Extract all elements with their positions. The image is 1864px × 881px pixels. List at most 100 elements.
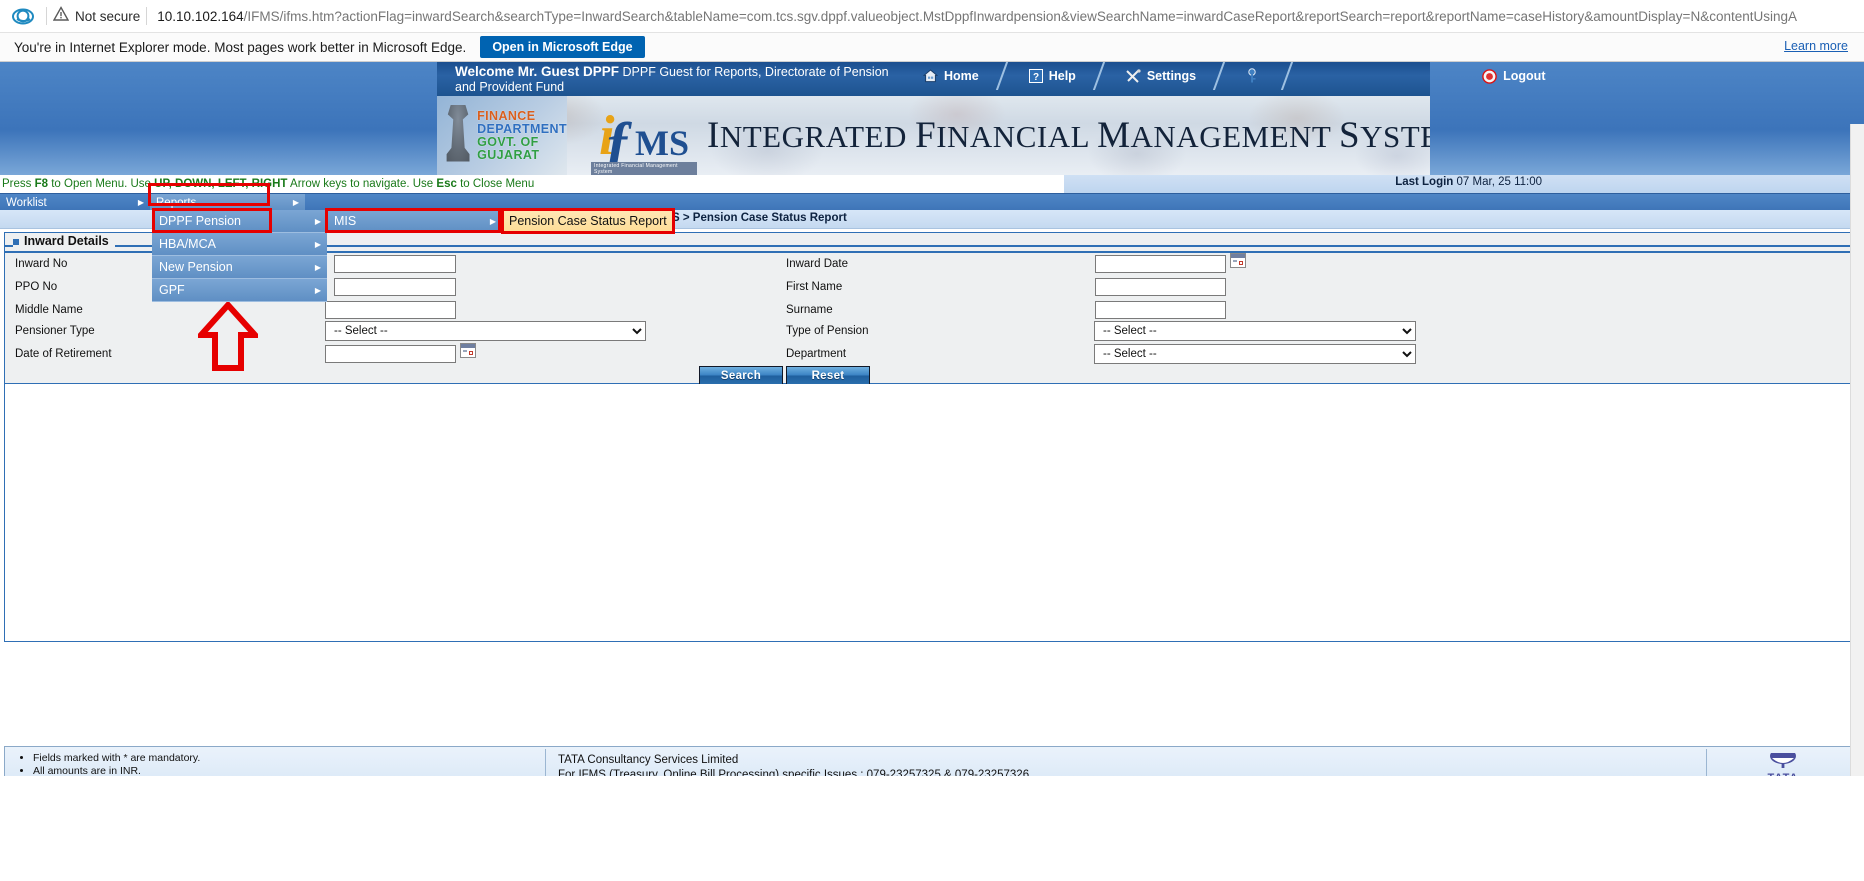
emblem-text: FINANCE DEPARTMENT GOVT. OF GUJARAT [477,109,567,162]
menu-item-dppf-pension-label: DPPF Pension [159,214,241,228]
menu-reports[interactable]: Reports ▶ [150,194,305,211]
page-scrollbar[interactable] [1850,124,1864,776]
internet-explorer-icon [12,5,34,27]
input-inward-date[interactable] [1095,255,1226,273]
chevron-right-icon-mis: ▶ [489,216,496,226]
search-button[interactable]: Search [699,366,783,385]
hint-key-esc: Esc [436,178,457,190]
chevron-right-icon-dppf: ▶ [314,216,321,226]
nav-settings[interactable]: Settings [1118,62,1212,90]
help-icon: ? [1028,69,1043,83]
menu-item-new-pension[interactable]: New Pension ▶ [152,256,327,279]
menu-item-dppf-pension[interactable]: DPPF Pension ▶ [152,210,327,233]
input-inward-no[interactable] [334,255,456,273]
ifms-logo-subtitle: Integrated Financial Management System [591,162,697,175]
label-department: Department [786,348,847,360]
address-bar[interactable]: 10.10.102.164/IFMS/ifms.htm?actionFlag=i… [157,9,1858,24]
ashoka-emblem-icon [446,104,470,162]
mis-submenu: Pension Case Status Report [502,210,674,233]
menu-item-mis[interactable]: MIS ▶ [327,210,502,233]
nav-separator-1 [995,62,1021,90]
key-icon [1246,68,1258,84]
learn-more-link[interactable]: Learn more [1784,39,1848,53]
dppf-pension-submenu: MIS ▶ [327,210,502,233]
keyboard-hint-text: Press F8 to Open Menu. Use UP, DOWN, LEF… [0,178,534,190]
menu-item-pension-case-status-report-label: Pension Case Status Report [509,214,667,228]
input-surname[interactable] [1095,301,1226,319]
hint-prefix: Press [2,178,35,190]
footer-support: For IFMS (Treasury, Online Bill Processi… [558,769,1030,776]
footer-note-2: All amounts are in INR. [33,765,545,776]
ifms-title: INTEGRATED FINANCIAL MANAGEMENT SYSTEM [707,115,1430,156]
hint-suffix: to Close Menu [456,178,535,190]
panel-title: Inward Details [13,234,115,248]
emblem-line-4: GUJARAT [477,147,540,162]
top-navigation: Home ? Help Settings Logout [915,62,1561,90]
ifms-logo-icon: i f MS Integrated Financial Management S… [577,100,697,175]
last-login: Last Login 07 Mar, 25 11:00 [1395,176,1542,188]
settings-icon [1126,69,1141,83]
nav-key[interactable] [1238,62,1280,90]
nav-logout[interactable]: Logout [1480,62,1561,90]
nav-help[interactable]: ? Help [1021,62,1092,90]
menu-item-mis-label: MIS [334,214,357,228]
label-pensioner-type: Pensioner Type [15,325,95,337]
label-type-of-pension: Type of Pension [786,325,869,337]
chevron-right-icon-2: ▶ [292,198,299,207]
select-type-of-pension[interactable]: -- Select -- [1094,321,1416,341]
nav-home[interactable]: Home [915,62,995,90]
keyboard-hint-strip: Press F8 to Open Menu. Use UP, DOWN, LEF… [0,175,1864,193]
application-viewport: Welcome Mr. Guest DPPF DPPF Guest for Re… [0,62,1864,776]
input-first-name[interactable] [1095,278,1226,296]
reset-button[interactable]: Reset [786,366,870,385]
input-ppo-no[interactable] [334,278,456,296]
input-middle-name[interactable] [325,301,456,319]
nav-settings-label: Settings [1146,69,1197,83]
footer-note-1: Fields marked with * are mandatory. [33,752,545,765]
not-secure-label[interactable]: Not secure [75,9,140,24]
menu-worklist-label: Worklist [6,196,47,209]
welcome-user: Welcome Mr. Guest DPPF [455,64,620,79]
footer-note-list: Fields marked with * are mandatory. All … [19,752,545,776]
menu-item-gpf[interactable]: GPF ▶ [152,279,327,302]
url-host: 10.10.102.164 [157,8,244,24]
select-pensioner-type[interactable]: -- Select -- [325,321,646,341]
brand-strip: FINANCE DEPARTMENT GOVT. OF GUJARAT i f … [437,96,1430,175]
hint-key-f8: F8 [34,178,49,190]
label-inward-date: Inward Date [786,258,849,270]
label-inward-no: Inward No [15,258,68,270]
menu-item-new-pension-label: New Pension [159,260,233,274]
welcome-message: Welcome Mr. Guest DPPF DPPF Guest for Re… [455,64,895,94]
calendar-icon-top-2 [1231,254,1245,258]
tata-logo-icon [1768,748,1798,771]
panel-bullet-icon [13,238,19,245]
menu-item-pension-case-status-report[interactable]: Pension Case Status Report [502,210,674,233]
menu-item-gpf-label: GPF [159,283,185,297]
select-department[interactable]: -- Select -- [1094,344,1416,364]
last-login-label: Last Login [1395,176,1454,188]
menu-worklist[interactable]: Worklist ▶ [0,194,150,211]
menu-item-hba-mca-label: HBA/MCA [159,237,216,251]
menu-reports-label: Reports [156,196,197,209]
last-login-value: 07 Mar, 25 11:00 [1456,176,1542,188]
main-menu-bar: Worklist ▶ Reports ▶ [0,193,1864,211]
open-in-edge-button[interactable]: Open in Microsoft Edge [480,36,645,58]
ifms-logo-ms: MS [635,123,689,163]
tata-logo: TATA [1707,747,1859,776]
calendar-icon-retirement[interactable] [460,343,476,358]
svg-text:?: ? [1033,72,1039,83]
input-date-of-retirement[interactable] [325,345,456,363]
emblem-line-3: GOVT. OF [477,134,539,149]
calendar-icon-day [469,351,473,355]
banner-left-fill [0,62,440,175]
calendar-icon-inward-date[interactable] [1230,253,1246,268]
nav-help-label: Help [1048,69,1076,83]
application-root: Welcome Mr. Guest DPPF DPPF Guest for Re… [0,62,1864,881]
hint-mid-1: to Open Menu. Use [48,178,155,190]
reports-submenu: DPPF Pension ▶ HBA/MCA ▶ New Pension ▶ G… [152,210,327,302]
nav-separator-3 [1212,62,1238,90]
menu-item-hba-mca[interactable]: HBA/MCA ▶ [152,233,327,256]
calendar-icon-grid-2 [1233,260,1237,262]
url-path: /IFMS/ifms.htm?actionFlag=inwardSearch&s… [243,8,1797,24]
calendar-icon-day-2 [1239,261,1243,265]
